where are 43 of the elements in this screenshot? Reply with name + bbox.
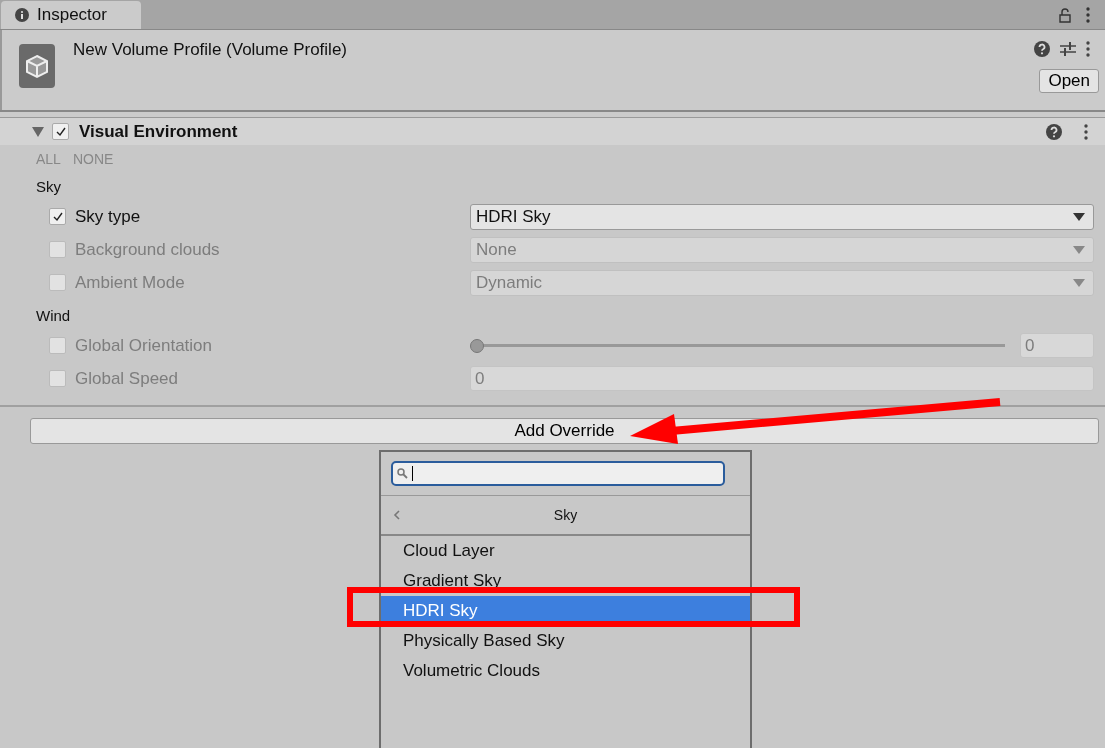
- more-icon[interactable]: [1086, 6, 1090, 23]
- component-title: Visual Environment: [79, 121, 238, 142]
- info-icon: [15, 8, 29, 22]
- popup-title: Sky: [553, 507, 578, 523]
- dropdown-arrow-icon: [1073, 212, 1085, 221]
- override-checkbox[interactable]: [49, 241, 66, 258]
- group-label: Wind: [36, 305, 72, 326]
- search-icon: [397, 468, 408, 479]
- menu-item[interactable]: Cloud Layer: [381, 536, 750, 566]
- sliders-icon[interactable]: [1060, 41, 1076, 57]
- property-label: Background clouds: [75, 239, 220, 260]
- value-dropdown[interactable]: HDRI Sky: [470, 203, 1094, 230]
- override-checkbox[interactable]: [49, 274, 66, 291]
- dropdown-arrow-icon: [1073, 245, 1085, 254]
- lock-icon[interactable]: [1058, 6, 1072, 23]
- property-label: Global Orientation: [75, 335, 213, 356]
- checkmark-icon: [54, 125, 67, 138]
- inspector-tab[interactable]: Inspector: [1, 1, 141, 29]
- open-button[interactable]: Open: [1039, 69, 1099, 93]
- menu-item[interactable]: Volumetric Clouds: [381, 656, 750, 686]
- foldout-triangle-icon[interactable]: [32, 126, 44, 137]
- more-icon[interactable]: [1086, 41, 1090, 57]
- search-field[interactable]: [391, 461, 725, 486]
- menu-item[interactable]: Physically Based Sky: [381, 626, 750, 656]
- override-checkbox[interactable]: [49, 208, 66, 225]
- profile-title: New Volume Profile (Volume Profile): [73, 40, 347, 60]
- help-icon[interactable]: [1046, 123, 1062, 140]
- enable-checkbox[interactable]: [52, 123, 69, 140]
- override-checkbox[interactable]: [49, 337, 66, 354]
- property-label: Ambient Mode: [75, 272, 185, 293]
- property-label: Sky type: [75, 206, 141, 227]
- add-override-button[interactable]: Add Override: [30, 418, 1099, 444]
- back-chevron-icon[interactable]: [393, 510, 400, 520]
- help-icon[interactable]: [1034, 41, 1050, 57]
- slider-thumb[interactable]: [470, 338, 484, 353]
- group-label: Sky: [36, 176, 62, 197]
- checkmark-icon: [51, 210, 64, 223]
- more-icon[interactable]: [1084, 123, 1088, 140]
- override-checkbox[interactable]: [49, 370, 66, 387]
- property-label: Global Speed: [75, 368, 179, 389]
- menu-item[interactable]: Gradient Sky: [381, 566, 750, 596]
- cube-icon: [19, 44, 55, 88]
- dropdown-arrow-icon: [1073, 278, 1085, 287]
